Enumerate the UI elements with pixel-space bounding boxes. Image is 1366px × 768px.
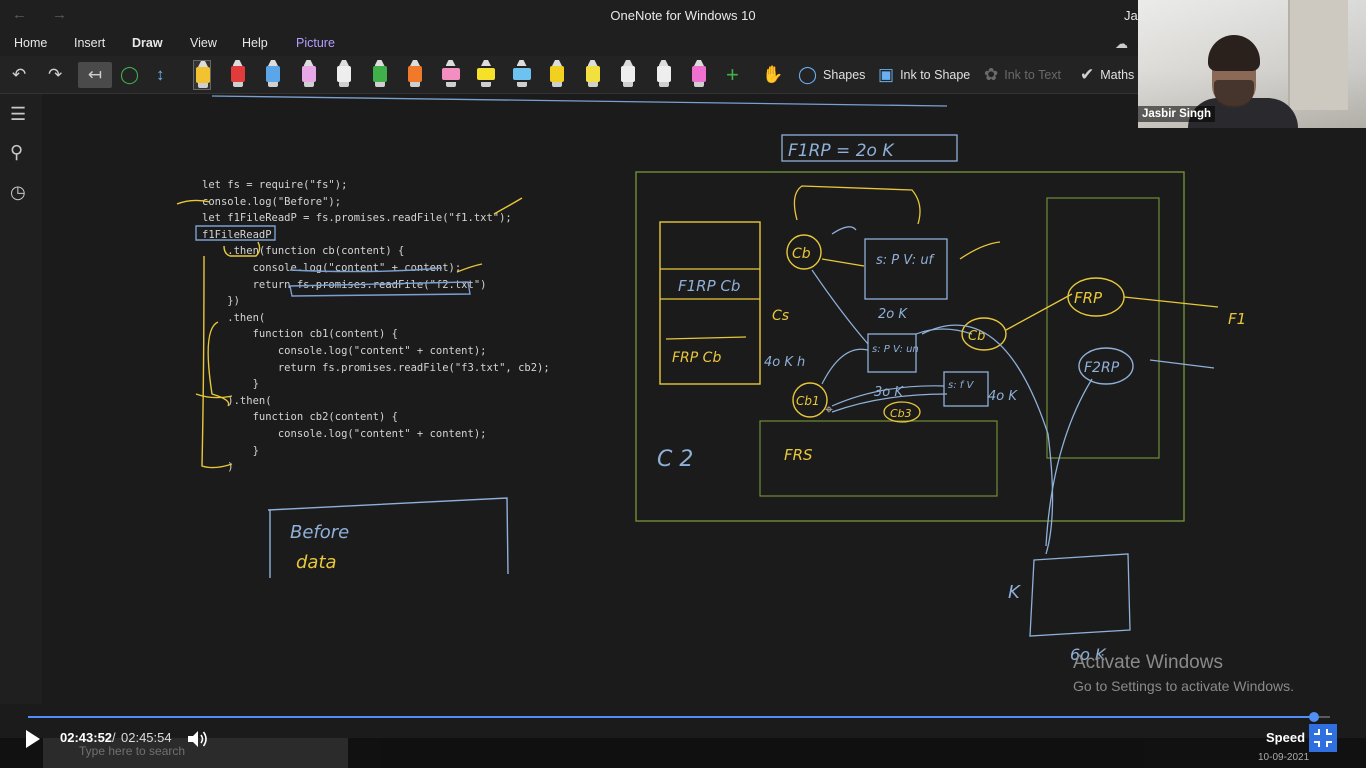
exit-fullscreen-icon xyxy=(1314,729,1332,747)
redo-button[interactable]: ↷ xyxy=(48,62,62,88)
maths-label: Maths xyxy=(1100,68,1135,82)
stack-frame-f1rp: F1RP Cb xyxy=(678,277,740,295)
ink-underline-top xyxy=(211,95,948,107)
k40-label: 4o K xyxy=(988,389,1018,404)
tab-view[interactable]: View xyxy=(190,36,217,50)
cs-label: Cs xyxy=(772,308,789,324)
pen-tool[interactable] xyxy=(193,60,211,90)
recent-notes-icon[interactable]: ◷ xyxy=(10,182,26,203)
pen-tool[interactable] xyxy=(335,60,353,90)
pen-tool[interactable] xyxy=(300,60,318,90)
ink-to-shape-label: Ink to Shape xyxy=(900,68,971,82)
pen-tool[interactable] xyxy=(371,60,389,90)
play-button[interactable] xyxy=(22,728,44,750)
shapes-label: Shapes xyxy=(823,68,866,82)
notebooks-icon[interactable]: ☰ xyxy=(10,104,26,125)
ink-to-text-label: Ink to Text xyxy=(1004,68,1061,82)
volume-button[interactable] xyxy=(186,728,210,750)
lasso-icon: ◯ xyxy=(120,65,140,84)
video-player-controls: 02:43:52 / 02:45:54 Speed xyxy=(0,704,1366,768)
shapes-icon: ◯ xyxy=(798,65,818,84)
sync-icon[interactable]: ☁ xyxy=(1115,36,1128,52)
maths-button[interactable]: ✔ Maths xyxy=(1080,62,1134,88)
pen-tool[interactable] xyxy=(690,60,708,90)
webcam-overlay: Jasbir Singh xyxy=(1138,0,1366,128)
hand-draw-icon: ✋ xyxy=(762,65,784,84)
maths-icon: ✔ xyxy=(1080,65,1095,84)
f1-right-label: F1 xyxy=(1228,310,1246,328)
lasso-select-button[interactable]: ◯ xyxy=(120,62,139,88)
k40h-label: 4o K h xyxy=(764,355,805,370)
presenter-name: Jasbir Singh xyxy=(1138,106,1216,122)
k20-label: 2o K xyxy=(878,307,908,322)
time-separator: / xyxy=(112,730,116,745)
touch-draw-button[interactable]: ✋ xyxy=(762,62,783,88)
tab-insert[interactable]: Insert xyxy=(74,36,105,50)
duration: 02:45:54 xyxy=(121,730,172,745)
cb-circle-label: Cb xyxy=(792,246,811,262)
frp-label: FRP xyxy=(1074,289,1103,307)
ink-drawing-layer: Before data F1RP = 2o K F1RP Cb FRP Cb C… xyxy=(176,95,1246,664)
promise-1-text: s: P V: uf xyxy=(876,253,936,268)
cb1-label: Cb1 xyxy=(796,394,820,408)
pen-tool[interactable] xyxy=(548,60,566,90)
console-before-text: Before xyxy=(290,522,349,543)
tab-help[interactable]: Help xyxy=(242,36,268,50)
ink-to-shape-icon: ▣ xyxy=(878,65,895,84)
seek-progress xyxy=(28,716,1314,718)
ink-to-text-icon: ✿ xyxy=(984,65,999,84)
k-label: K xyxy=(1008,582,1021,603)
file-box xyxy=(1029,553,1131,637)
ink-to-text-button[interactable]: ✿ Ink to Text xyxy=(984,62,1061,88)
pen-tool[interactable] xyxy=(584,60,602,90)
tab-picture[interactable]: Picture xyxy=(296,36,335,50)
pen-tool[interactable] xyxy=(406,60,424,90)
frs-label: FRS xyxy=(784,446,813,464)
promise-2-text: s: P V: un xyxy=(872,344,919,355)
text-cursor-icon: ↤ xyxy=(87,65,103,84)
exit-fullscreen-button[interactable] xyxy=(1309,724,1337,752)
pen-tool[interactable] xyxy=(655,60,673,90)
shapes-button[interactable]: ◯ Shapes xyxy=(798,62,865,88)
tab-draw[interactable]: Draw xyxy=(132,36,163,58)
seek-handle[interactable] xyxy=(1309,712,1319,722)
current-time: 02:43:52 xyxy=(60,730,113,745)
cb3-label: Cb3 xyxy=(890,407,912,420)
highlighter-tool[interactable] xyxy=(477,60,495,90)
code-annotations xyxy=(176,197,523,469)
search-icon[interactable]: ⚲ xyxy=(10,142,23,163)
speed-button[interactable]: Speed xyxy=(1266,730,1305,745)
activation-watermark: Activate Windows Go to Settings to activ… xyxy=(1073,652,1294,694)
tab-home[interactable]: Home xyxy=(14,36,47,50)
add-pen-button[interactable]: + xyxy=(726,62,739,88)
undo-button[interactable]: ↶ xyxy=(12,62,26,88)
c2-label: C 2 xyxy=(657,447,693,472)
redo-icon: ↷ xyxy=(48,65,63,84)
console-data-text: data xyxy=(296,552,337,573)
text-cursor-icon: ⌖ xyxy=(825,402,833,418)
promise-obj-1 xyxy=(864,238,948,300)
type-tool-button[interactable]: ↤ xyxy=(78,62,112,88)
pen-tool[interactable] xyxy=(264,60,282,90)
seek-bar[interactable] xyxy=(28,712,1330,722)
notebook-sidebar: ☰ ⚲ ◷ xyxy=(0,94,42,704)
promise-3-text: s: f V xyxy=(948,380,974,391)
pen-tool[interactable] xyxy=(619,60,637,90)
add-space-icon: ↕ xyxy=(156,65,165,84)
plus-icon: + xyxy=(726,62,739,87)
volume-icon xyxy=(188,731,207,747)
pen-tool[interactable] xyxy=(229,60,247,90)
f2rp-label: F2RP xyxy=(1084,360,1120,376)
stack-frame-frp: FRP Cb xyxy=(672,350,721,366)
ink-to-shape-button[interactable]: ▣ Ink to Shape xyxy=(878,62,970,88)
undo-icon: ↶ xyxy=(12,65,27,84)
header-box-text: F1RP = 2o K xyxy=(788,141,895,161)
highlighter-tool[interactable] xyxy=(441,60,460,90)
callback-queue-box xyxy=(1046,197,1160,459)
highlighter-tool[interactable] xyxy=(512,60,531,90)
add-space-button[interactable]: ↕ xyxy=(156,62,165,88)
watermark-title: Activate Windows xyxy=(1073,652,1223,673)
watermark-subtitle: Go to Settings to activate Windows. xyxy=(1073,678,1294,694)
